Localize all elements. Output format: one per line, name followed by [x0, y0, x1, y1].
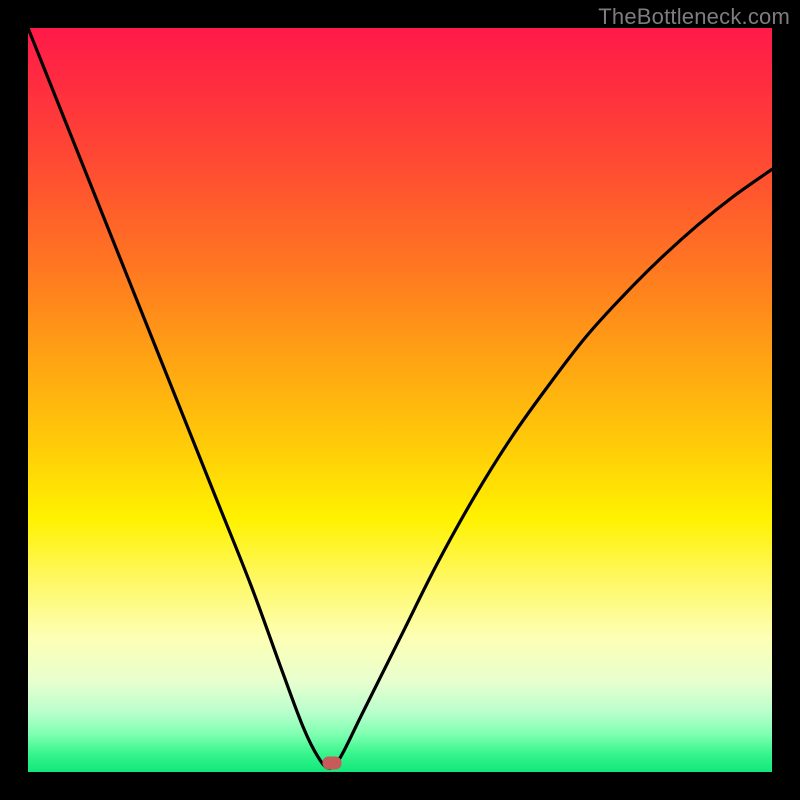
optimal-point-marker [322, 757, 341, 770]
plot-area [28, 28, 772, 772]
bottleneck-curve [28, 28, 772, 772]
chart-frame: TheBottleneck.com [0, 0, 800, 800]
curve-path [28, 28, 772, 768]
watermark-text: TheBottleneck.com [598, 4, 790, 30]
